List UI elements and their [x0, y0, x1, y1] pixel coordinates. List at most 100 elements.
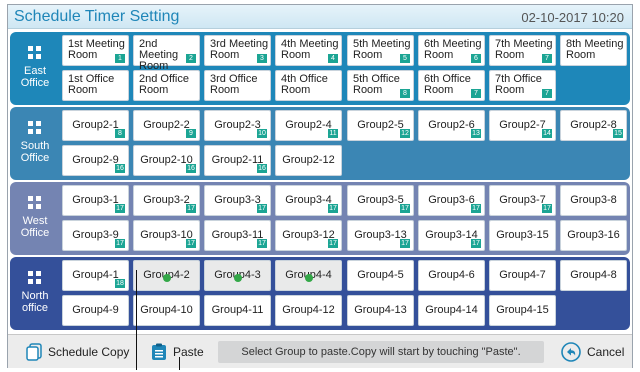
group-cell[interactable]: Group3-16 — [560, 220, 627, 251]
group-cell[interactable]: Group2-12 — [275, 145, 342, 176]
group-cell[interactable]: Group4-10 — [133, 295, 200, 326]
group-label: 8th Meeting Room — [566, 38, 624, 61]
group-cell[interactable]: Group3-9 17 — [62, 220, 129, 251]
schedule-badge: 2 — [186, 54, 196, 63]
section-name: North office — [21, 290, 49, 314]
group-cell[interactable]: Group3-3 17 — [204, 185, 271, 216]
section-south-office: South Office Group2-1 8 Group2-2 9 Group2-3 10… — [10, 107, 630, 180]
group-cell[interactable]: Group2-11 16 — [204, 145, 271, 176]
group-label: Group4-12 — [282, 304, 335, 316]
group-cell[interactable]: 4th Meeting Room 4 — [275, 35, 342, 66]
group-cell[interactable]: 5th Office Room 8 — [347, 70, 414, 101]
group-cell[interactable]: Group4-11 — [204, 295, 271, 326]
group-cell[interactable]: Group3-11 17 — [204, 220, 271, 251]
group-cell[interactable]: Group2-9 16 — [62, 145, 129, 176]
section-label[interactable]: North office — [10, 257, 60, 330]
schedule-badge: 16 — [115, 164, 125, 173]
cancel-button[interactable]: Cancel — [561, 340, 624, 364]
group-cell[interactable]: Group4-14 — [418, 295, 485, 326]
group-cell[interactable]: 1st Office Room — [62, 70, 129, 101]
group-cell[interactable]: Group4-4 — [275, 260, 342, 291]
group-cell[interactable]: Group3-5 17 — [347, 185, 414, 216]
schedule-badge: 17 — [471, 204, 481, 213]
group-cell[interactable]: Group2-8 15 — [560, 110, 627, 141]
group-label: 2nd Office Room — [139, 73, 189, 96]
group-label: Group3-15 — [496, 229, 549, 241]
section-label[interactable]: West Office — [10, 182, 60, 255]
group-cell[interactable]: Group3-12 17 — [275, 220, 342, 251]
schedule-badge: 8 — [400, 89, 410, 98]
schedule-badge: 18 — [115, 279, 125, 288]
group-cell[interactable]: 6th Office Room 7 — [418, 70, 485, 101]
group-cell[interactable]: Group4-12 — [275, 295, 342, 326]
group-cell[interactable]: Group2-2 9 — [133, 110, 200, 141]
schedule-badge: 17 — [257, 204, 267, 213]
group-cell[interactable]: Group2-3 10 — [204, 110, 271, 141]
schedule-copy-button[interactable]: Schedule Copy — [26, 340, 129, 364]
section-label[interactable]: South Office — [10, 107, 60, 180]
schedule-badge: 17 — [115, 204, 125, 213]
group-cell[interactable]: Group4-7 — [489, 260, 556, 291]
group-cell[interactable]: Group3-7 17 — [489, 185, 556, 216]
pointer-line — [136, 270, 137, 370]
group-cell[interactable]: Group4-3 — [204, 260, 271, 291]
group-cell[interactable]: Group3-4 17 — [275, 185, 342, 216]
group-cell[interactable]: Group2-7 14 — [489, 110, 556, 141]
section-name: West Office — [20, 215, 50, 239]
group-label: 4th Office Room — [281, 73, 328, 96]
group-cell[interactable]: Group3-1 17 — [62, 185, 129, 216]
group-cell[interactable]: 2nd Meeting Room 2 — [133, 35, 200, 72]
grid-icon — [28, 196, 41, 209]
group-cell[interactable]: Group4-15 — [489, 295, 556, 326]
group-cell[interactable]: Group3-8 — [560, 185, 627, 216]
schedule-badge: 4 — [328, 54, 338, 63]
schedule-badge: 14 — [542, 129, 552, 138]
group-cell[interactable]: 5th Meeting Room 5 — [347, 35, 414, 66]
group-label: Group4-5 — [357, 269, 404, 281]
group-cell[interactable]: 3rd Meeting Room 3 — [204, 35, 271, 66]
group-cell[interactable]: Group4-8 — [560, 260, 627, 291]
group-cell[interactable]: Group4-2 — [133, 260, 200, 291]
group-cell[interactable]: Group4-9 — [62, 295, 129, 326]
group-cell[interactable]: Group2-6 13 — [418, 110, 485, 141]
group-cell[interactable]: Group3-13 17 — [347, 220, 414, 251]
group-cell[interactable]: Group2-1 8 — [62, 110, 129, 141]
group-cell[interactable]: Group3-14 17 — [418, 220, 485, 251]
schedule-badge: 16 — [186, 164, 196, 173]
group-cell[interactable]: 1st Meeting Room 1 — [62, 35, 129, 66]
section-label[interactable]: East Office — [10, 32, 60, 105]
group-cell[interactable]: Group3-2 17 — [133, 185, 200, 216]
group-cell[interactable]: Group4-5 — [347, 260, 414, 291]
group-cell[interactable]: Group3-15 — [489, 220, 556, 251]
schedule-badge: 13 — [471, 129, 481, 138]
group-cell[interactable]: Group4-13 — [347, 295, 414, 326]
group-cell[interactable]: 6th Meeting Room 6 — [418, 35, 485, 66]
group-cell[interactable]: 7th Office Room 7 — [489, 70, 556, 101]
group-label: 5th Office Room — [353, 73, 400, 96]
group-cell[interactable]: Group3-10 17 — [133, 220, 200, 251]
group-label: Group3-8 — [570, 194, 617, 206]
page-title: Schedule Timer Setting — [14, 8, 180, 25]
copy-icon — [26, 343, 42, 361]
status-message: Select Group to paste.Copy will start by… — [218, 341, 544, 363]
group-cell[interactable]: Group4-6 — [418, 260, 485, 291]
group-cell[interactable]: 3rd Office Room — [204, 70, 271, 101]
group-label: Group4-14 — [425, 304, 478, 316]
paste-button[interactable]: Paste — [151, 340, 204, 364]
schedule-badge: 17 — [400, 239, 410, 248]
group-cell[interactable]: Group2-4 11 — [275, 110, 342, 141]
group-cell[interactable]: 2nd Office Room — [133, 70, 200, 101]
group-label: Group4-15 — [496, 304, 549, 316]
schedule-badge: 17 — [328, 239, 338, 248]
group-cell[interactable]: 7th Meeting Room 7 — [489, 35, 556, 66]
schedule-badge: 16 — [257, 164, 267, 173]
group-label: 3rd Office Room — [210, 73, 258, 96]
group-label: Group4-13 — [354, 304, 407, 316]
group-cell[interactable]: Group4-1 18 — [62, 260, 129, 291]
group-cell[interactable]: Group2-10 16 — [133, 145, 200, 176]
group-cell[interactable]: 8th Meeting Room — [560, 35, 627, 66]
schedule-badge: 8 — [115, 129, 125, 138]
group-cell[interactable]: Group3-6 17 — [418, 185, 485, 216]
group-cell[interactable]: 4th Office Room — [275, 70, 342, 101]
group-cell[interactable]: Group2-5 12 — [347, 110, 414, 141]
